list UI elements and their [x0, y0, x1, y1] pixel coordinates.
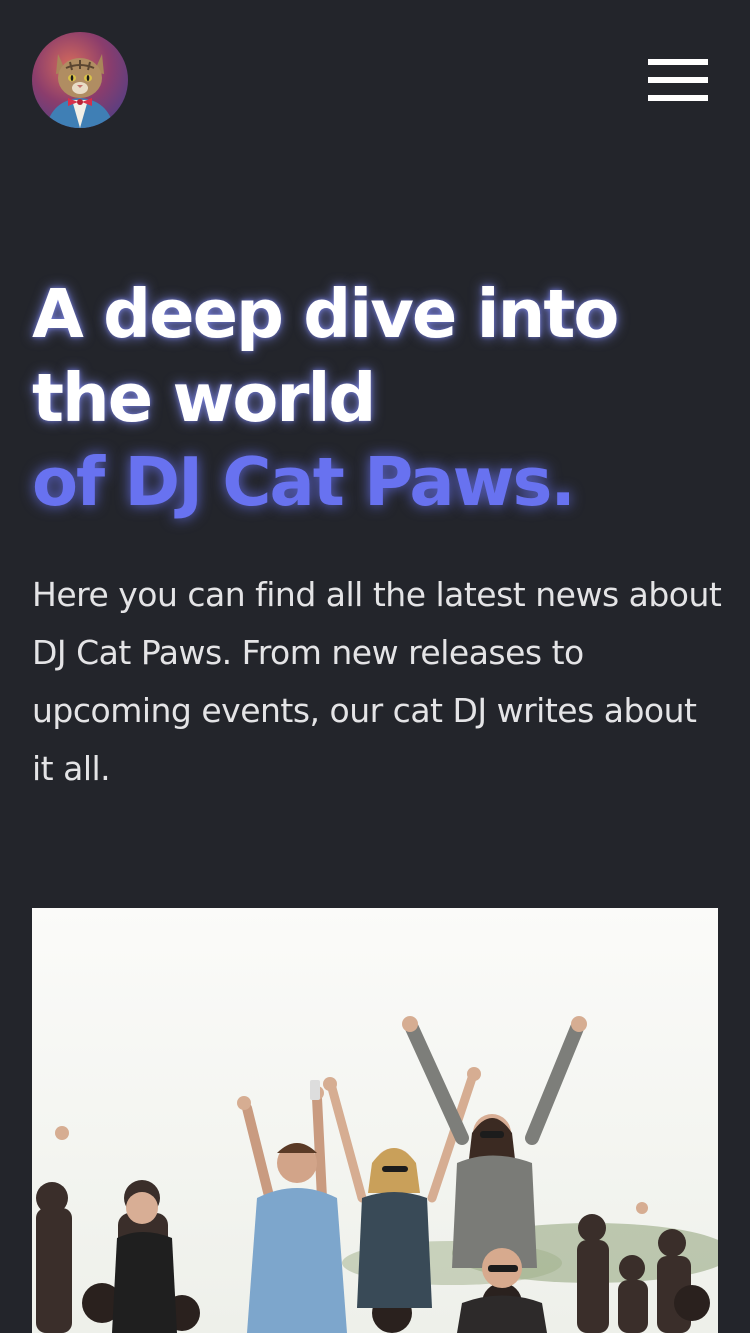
cat-avatar-illustration — [46, 54, 114, 128]
site-header — [0, 0, 750, 160]
hero-title-accent: of DJ Cat Paws. — [32, 443, 576, 521]
hero-intro-text: Here you can find all the latest news ab… — [32, 575, 722, 788]
menu-bar-bottom — [648, 95, 708, 101]
crowd-photo-illustration — [32, 908, 718, 1333]
hero-title-line-1: A deep dive into — [32, 275, 619, 353]
menu-bar-top — [648, 59, 708, 65]
crowd-photo — [32, 908, 718, 1333]
hamburger-menu-icon[interactable] — [638, 50, 718, 110]
cat-dj-avatar-icon[interactable] — [32, 32, 128, 128]
hero-title-line-2: the world — [32, 359, 376, 437]
hero-title: A deep dive into the world of DJ Cat Paw… — [32, 272, 732, 524]
menu-bar-middle — [648, 77, 708, 83]
